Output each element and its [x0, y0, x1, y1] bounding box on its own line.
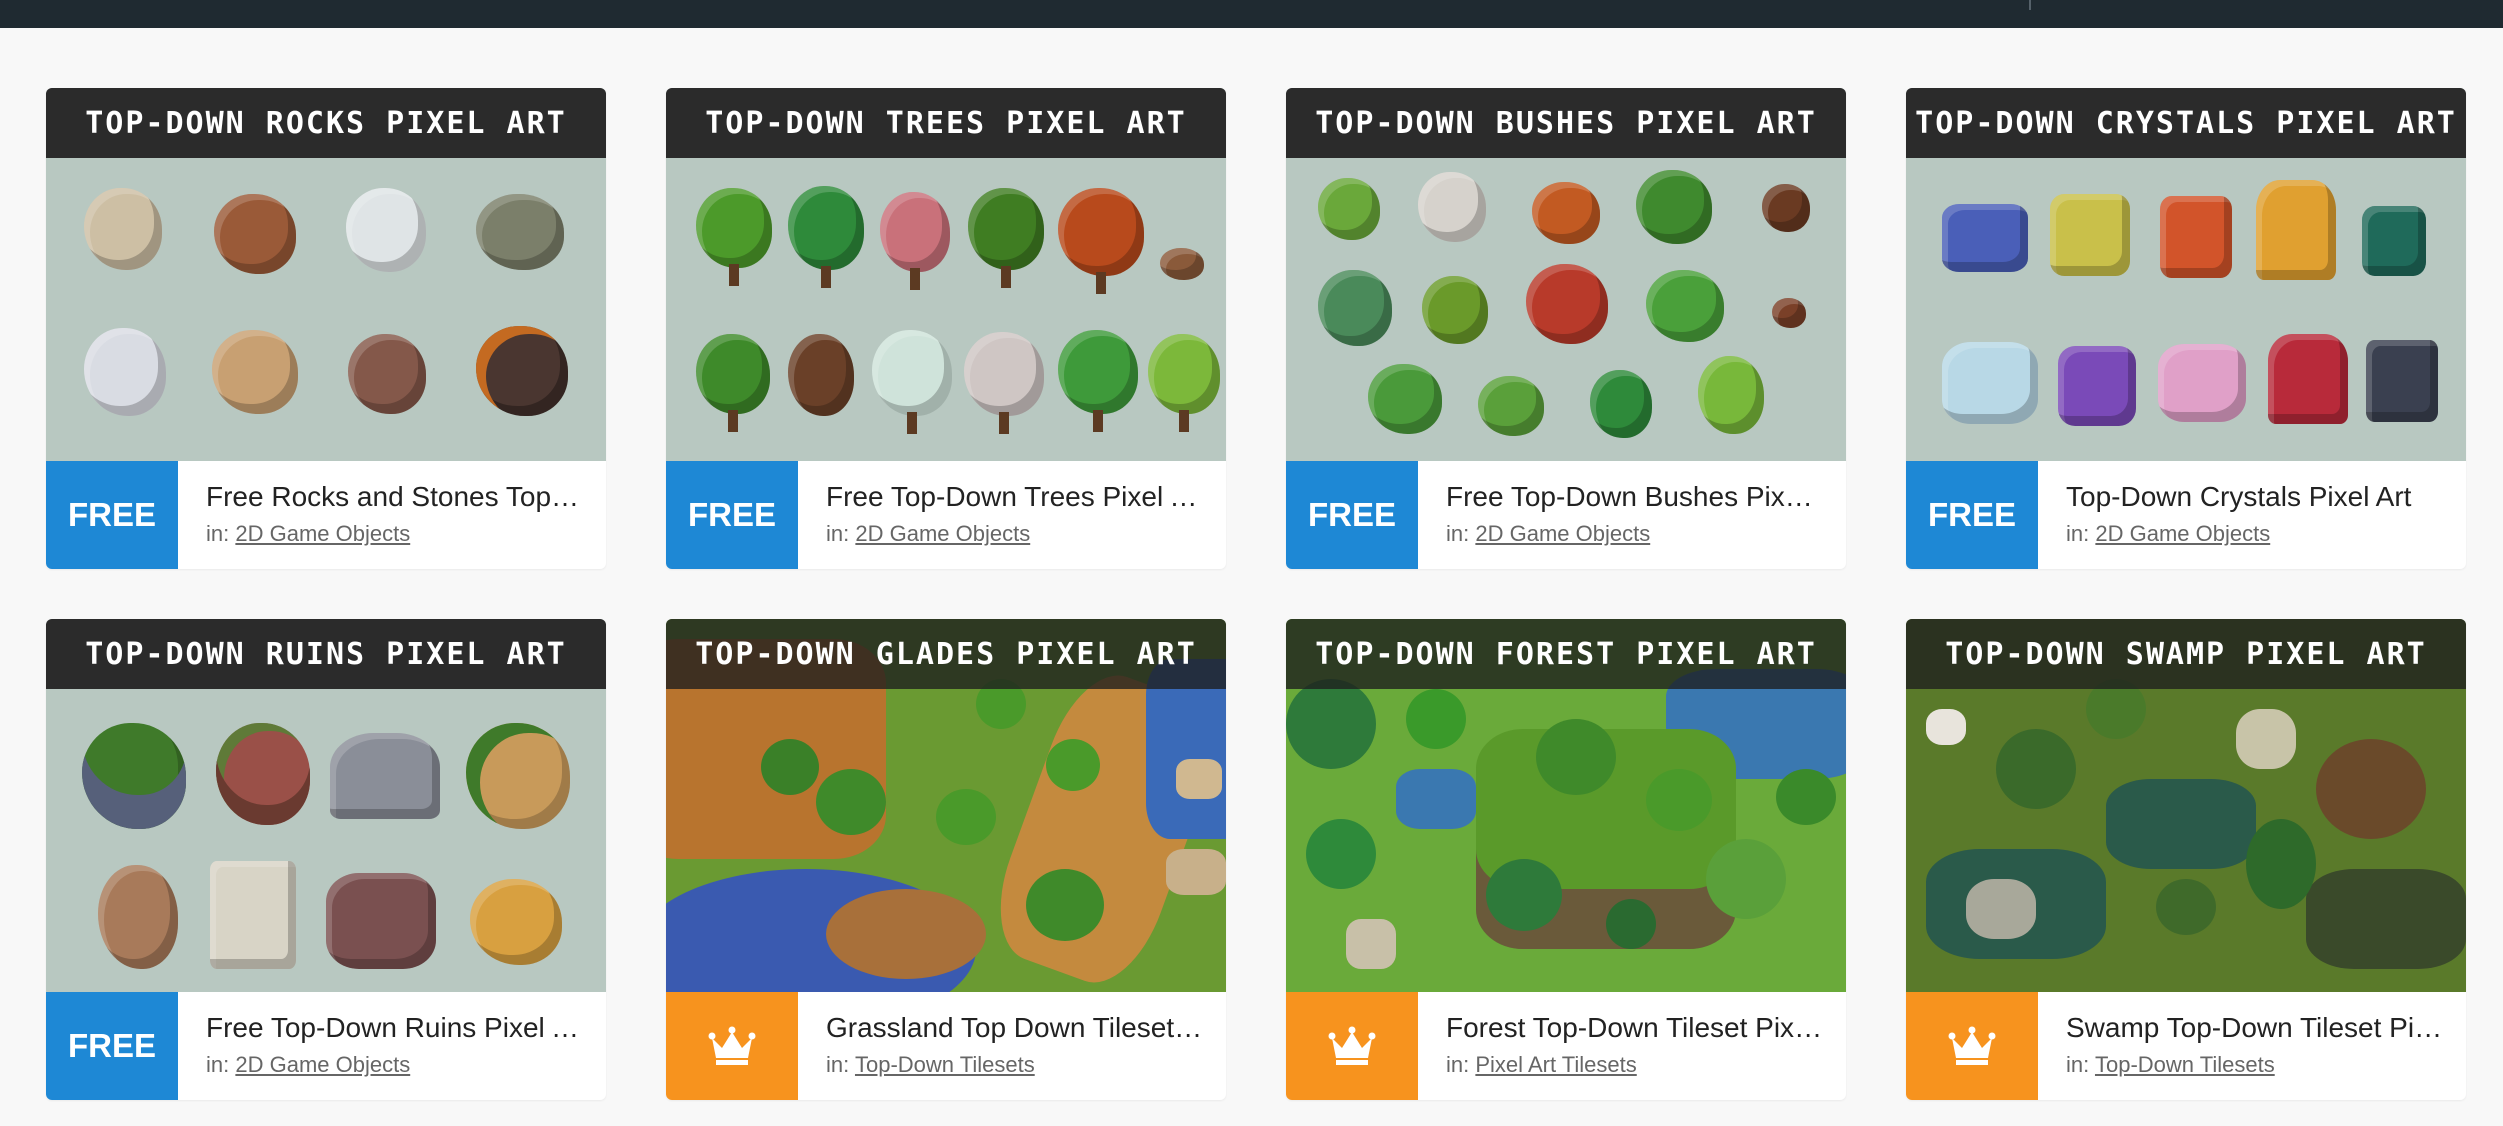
asset-title[interactable]: Forest Top-Down Tileset Pixel Art	[1446, 1010, 1846, 1046]
trees-sprites	[666, 158, 1226, 461]
crown-icon	[1948, 1026, 1996, 1065]
free-badge: FREE	[1906, 461, 2038, 569]
free-badge: FREE	[1286, 461, 1418, 569]
asset-card-rocks[interactable]: TOP-DOWN ROCKS PIXEL ART FREE Free Rocks…	[46, 88, 606, 569]
ruins-sprites	[46, 689, 606, 992]
asset-thumbnail[interactable]: TOP-DOWN GLADES PIXEL ART	[666, 619, 1226, 992]
category-prefix: in:	[1446, 1052, 1470, 1077]
asset-card-swamp[interactable]: TOP-DOWN SWAMP PIXEL ART Swamp Top-Down …	[1906, 619, 2466, 1100]
category-line: in: Top-Down Tilesets	[2066, 1052, 2466, 1078]
category-prefix: in:	[826, 1052, 850, 1077]
rocks-sprites	[46, 158, 606, 461]
asset-card-trees[interactable]: TOP-DOWN TREES PIXEL ART FREE Free Top-D…	[666, 88, 1226, 569]
category-prefix: in:	[826, 521, 850, 546]
premium-badge	[1906, 992, 2038, 1100]
asset-card-crystals[interactable]: TOP-DOWN CRYSTALS PIXEL ART FREE Top-Dow…	[1906, 88, 2466, 569]
thumbnail-banner: TOP-DOWN CRYSTALS PIXEL ART	[1906, 88, 2466, 158]
asset-title[interactable]: Grassland Top Down Tileset Pixel Art	[826, 1010, 1226, 1046]
thumbnail-banner: TOP-DOWN BUSHES PIXEL ART	[1286, 88, 1846, 158]
category-line: in: 2D Game Objects	[826, 521, 1226, 547]
category-prefix: in:	[206, 521, 230, 546]
category-link[interactable]: 2D Game Objects	[855, 521, 1030, 546]
free-badge: FREE	[46, 461, 178, 569]
asset-title[interactable]: Free Rocks and Stones Top-Down Pixel Art	[206, 479, 606, 515]
category-link[interactable]: 2D Game Objects	[2095, 521, 2270, 546]
bushes-sprites	[1286, 158, 1846, 461]
topbar-divider	[2029, 0, 2031, 10]
asset-title[interactable]: Free Top-Down Ruins Pixel Art	[206, 1010, 606, 1046]
category-line: in: Top-Down Tilesets	[826, 1052, 1226, 1078]
asset-thumbnail[interactable]: TOP-DOWN TREES PIXEL ART	[666, 88, 1226, 461]
crown-icon	[708, 1026, 756, 1065]
thumbnail-banner: TOP-DOWN FOREST PIXEL ART	[1286, 619, 1846, 689]
thumbnail-banner: TOP-DOWN TREES PIXEL ART	[666, 88, 1226, 158]
category-line: in: 2D Game Objects	[206, 1052, 606, 1078]
thumbnail-banner: TOP-DOWN GLADES PIXEL ART	[666, 619, 1226, 689]
free-badge: FREE	[46, 992, 178, 1100]
asset-title[interactable]: Free Top-Down Bushes Pixel Art	[1446, 479, 1846, 515]
category-link[interactable]: 2D Game Objects	[235, 521, 410, 546]
crystals-sprites	[1906, 158, 2466, 461]
asset-thumbnail[interactable]: TOP-DOWN BUSHES PIXEL ART	[1286, 88, 1846, 461]
category-line: in: Pixel Art Tilesets	[1446, 1052, 1846, 1078]
category-line: in: 2D Game Objects	[1446, 521, 1846, 547]
category-link[interactable]: Top-Down Tilesets	[2095, 1052, 2275, 1077]
asset-card-bushes[interactable]: TOP-DOWN BUSHES PIXEL ART FREE Free Top-…	[1286, 88, 1846, 569]
asset-card-glades[interactable]: TOP-DOWN GLADES PIXEL ART Grassland Top …	[666, 619, 1226, 1100]
asset-card-ruins[interactable]: TOP-DOWN RUINS PIXEL ART FREE Free Top-D…	[46, 619, 606, 1100]
crown-icon	[1328, 1026, 1376, 1065]
category-prefix: in:	[2066, 521, 2090, 546]
category-link[interactable]: 2D Game Objects	[1475, 521, 1650, 546]
asset-thumbnail[interactable]: TOP-DOWN SWAMP PIXEL ART	[1906, 619, 2466, 992]
asset-grid: TOP-DOWN ROCKS PIXEL ART FREE Free Rocks…	[46, 88, 2466, 1100]
thumbnail-banner: TOP-DOWN ROCKS PIXEL ART	[46, 88, 606, 158]
thumbnail-banner: TOP-DOWN SWAMP PIXEL ART	[1906, 619, 2466, 689]
asset-card-forest[interactable]: TOP-DOWN FOREST PIXEL ART Forest Top-Dow…	[1286, 619, 1846, 1100]
category-prefix: in:	[2066, 1052, 2090, 1077]
category-link[interactable]: 2D Game Objects	[235, 1052, 410, 1077]
asset-thumbnail[interactable]: TOP-DOWN FOREST PIXEL ART	[1286, 619, 1846, 992]
asset-thumbnail[interactable]: TOP-DOWN RUINS PIXEL ART	[46, 619, 606, 992]
asset-title[interactable]: Top-Down Crystals Pixel Art	[2066, 479, 2466, 515]
category-line: in: 2D Game Objects	[206, 521, 606, 547]
asset-title[interactable]: Swamp Top-Down Tileset Pixel Art	[2066, 1010, 2466, 1046]
top-navigation-bar	[0, 0, 2503, 28]
asset-thumbnail[interactable]: TOP-DOWN ROCKS PIXEL ART	[46, 88, 606, 461]
category-link[interactable]: Pixel Art Tilesets	[1475, 1052, 1636, 1077]
premium-badge	[666, 992, 798, 1100]
category-line: in: 2D Game Objects	[2066, 521, 2466, 547]
premium-badge	[1286, 992, 1418, 1100]
thumbnail-banner: TOP-DOWN RUINS PIXEL ART	[46, 619, 606, 689]
asset-title[interactable]: Free Top-Down Trees Pixel Art	[826, 479, 1226, 515]
category-prefix: in:	[206, 1052, 230, 1077]
asset-thumbnail[interactable]: TOP-DOWN CRYSTALS PIXEL ART	[1906, 88, 2466, 461]
free-badge: FREE	[666, 461, 798, 569]
category-prefix: in:	[1446, 521, 1470, 546]
category-link[interactable]: Top-Down Tilesets	[855, 1052, 1035, 1077]
